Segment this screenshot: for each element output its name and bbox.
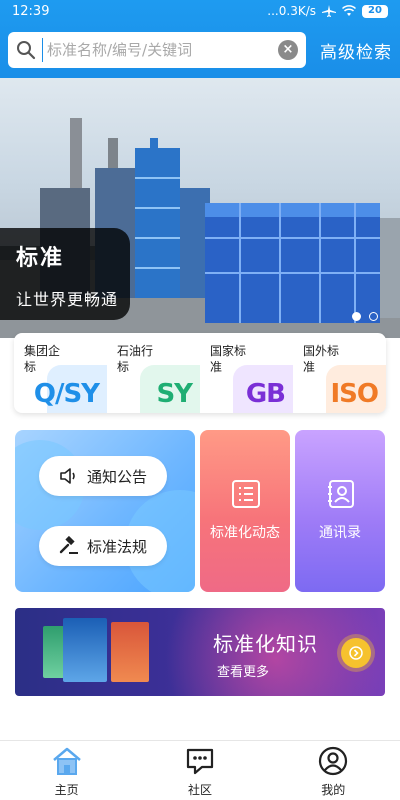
- regulations-button[interactable]: 标准法规: [39, 526, 167, 566]
- book-image: [63, 618, 107, 682]
- nav-home-label: 主页: [54, 783, 79, 797]
- status-right: ...0.3K/s 20: [267, 4, 388, 18]
- arrow-right-button[interactable]: [341, 638, 371, 668]
- wifi-icon: [342, 5, 356, 16]
- nav-community[interactable]: 社区: [133, 741, 266, 800]
- category-item-gb[interactable]: 国家标准 GB: [200, 333, 293, 413]
- search-input[interactable]: [42, 38, 268, 62]
- banner-title: 标准: [16, 246, 65, 271]
- category-code: ISO: [330, 379, 379, 409]
- chevron-right-icon: [349, 646, 363, 660]
- advanced-search-button[interactable]: 高级检索: [320, 38, 392, 63]
- list-document-icon: [232, 480, 260, 508]
- category-item-iso[interactable]: 国外标准 ISO: [293, 333, 386, 413]
- hero-banner[interactable]: 标准 让世界更畅通: [0, 78, 400, 338]
- battery-indicator: 20: [362, 4, 388, 18]
- nav-home[interactable]: 主页: [0, 741, 133, 800]
- standard-category-card: 集团企标 Q/SY 石油行标 SY 国家标准 GB 国外标准 ISO: [14, 333, 386, 413]
- search-box[interactable]: ×: [8, 32, 306, 68]
- contact-book-icon: [328, 480, 354, 508]
- category-label: 国家标准: [210, 344, 247, 374]
- standardization-dynamics-tile[interactable]: 标准化动态: [200, 430, 290, 592]
- category-item-sy[interactable]: 石油行标 SY: [107, 333, 200, 413]
- category-label: 集团企标: [24, 344, 61, 374]
- knowledge-banner[interactable]: 标准化知识 查看更多: [15, 608, 385, 696]
- header: 12:39 ...0.3K/s 20 × 高级检索: [0, 0, 400, 78]
- home-icon: [52, 747, 81, 775]
- carousel-dot[interactable]: [352, 312, 361, 321]
- dynamics-label: 标准化动态: [210, 525, 280, 541]
- banner-subtitle: 让世界更畅通: [16, 290, 119, 309]
- knowledge-title: 标准化知识: [213, 632, 318, 656]
- network-speed: ...0.3K/s: [267, 4, 316, 18]
- carousel-dot[interactable]: [369, 312, 378, 321]
- airplane-icon: [322, 5, 336, 17]
- nav-mine[interactable]: 我的: [267, 741, 400, 800]
- nav-community-label: 社区: [187, 783, 212, 797]
- carousel-dots: [352, 312, 378, 321]
- category-label: 国外标准: [303, 344, 340, 374]
- contacts-label: 通讯录: [319, 525, 361, 541]
- gavel-icon: [59, 536, 78, 554]
- book-image: [111, 622, 149, 682]
- nav-mine-label: 我的: [321, 783, 346, 797]
- status-bar: 12:39 ...0.3K/s 20: [0, 0, 400, 24]
- category-item-qsy[interactable]: 集团企标 Q/SY: [14, 333, 107, 413]
- regulations-label: 标准法规: [87, 537, 148, 556]
- category-code: GB: [245, 379, 286, 409]
- speaker-icon: [60, 468, 75, 484]
- app-root: 12:39 ...0.3K/s 20 × 高级检索: [0, 0, 400, 800]
- knowledge-more-link[interactable]: 查看更多: [217, 661, 269, 680]
- contacts-tile[interactable]: 通讯录: [295, 430, 385, 592]
- category-label: 石油行标: [117, 344, 154, 374]
- notice-label: 通知公告: [87, 467, 148, 486]
- notice-panel: 通知公告 标准法规: [15, 430, 195, 592]
- user-icon: [319, 746, 348, 776]
- category-code: SY: [156, 379, 193, 409]
- status-time: 12:39: [12, 4, 50, 19]
- clear-icon[interactable]: ×: [278, 40, 298, 60]
- notice-button[interactable]: 通知公告: [39, 456, 167, 496]
- bottom-nav: 主页 社区 我的: [0, 740, 400, 800]
- search-icon: [17, 41, 36, 60]
- chat-icon: [186, 748, 214, 775]
- category-code: Q/SY: [33, 379, 100, 409]
